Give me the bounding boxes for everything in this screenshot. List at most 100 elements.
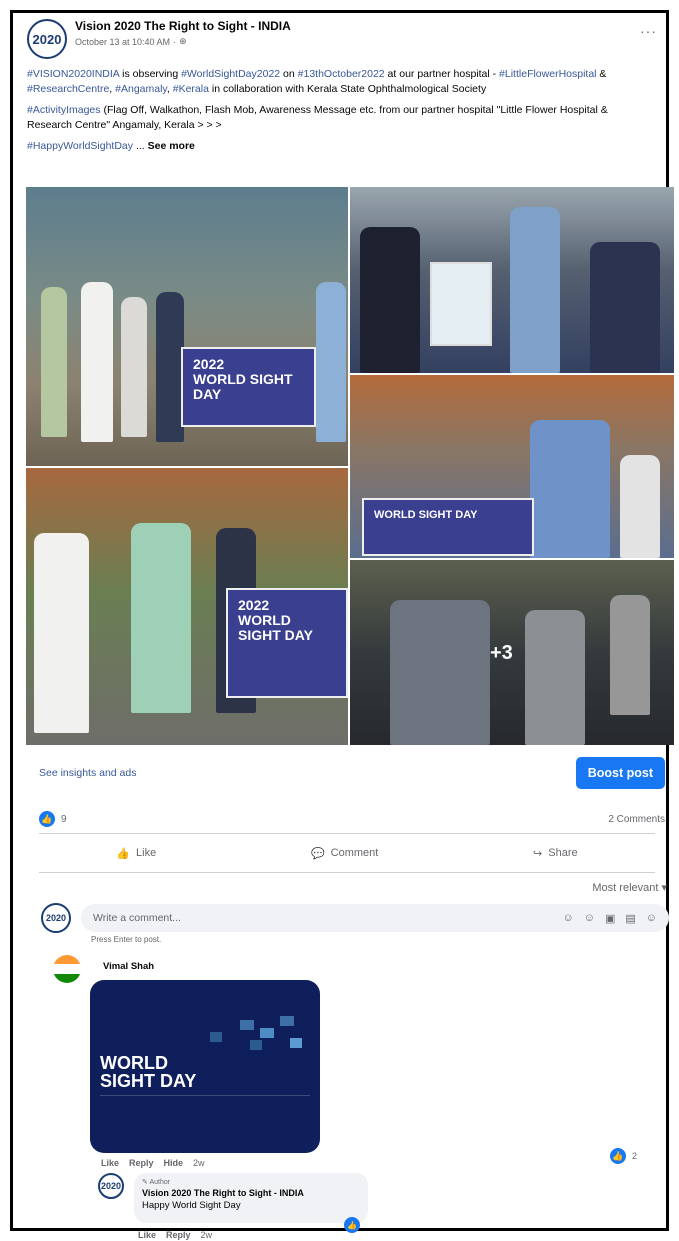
- person-figure: [590, 242, 660, 373]
- world-sight-day-banner: 2022 WORLD SIGHT DAY: [181, 347, 316, 427]
- commenter-name[interactable]: Vimal Shah: [103, 961, 154, 972]
- thumbs-up-icon: 👍: [116, 847, 131, 860]
- comment-image[interactable]: WORLD SIGHT DAY: [90, 980, 320, 1153]
- person-figure: [530, 420, 610, 558]
- pixel-square: [210, 1032, 222, 1042]
- dot-separator: ·: [173, 36, 177, 47]
- reply-reply-button[interactable]: Reply: [166, 1230, 191, 1240]
- person-figure: [156, 292, 184, 442]
- photo-flag-off[interactable]: 2022 WORLD SIGHT DAY: [26, 187, 348, 466]
- more-photos-count[interactable]: +3: [490, 642, 513, 665]
- hashtag[interactable]: #VISION2020INDIA: [27, 68, 119, 80]
- reaction-count: 2: [632, 1151, 638, 1161]
- flag-stripe: [53, 955, 81, 965]
- comment-actions: Like Reply Hide 2w: [101, 1158, 205, 1168]
- hashtag[interactable]: #LittleFlowerHospital: [499, 68, 596, 80]
- avatar-text: 2020: [45, 913, 67, 923]
- person-figure: [34, 533, 89, 733]
- post-paragraph-2: #ActivityImages (Flag Off, Walkathon, Fl…: [27, 103, 627, 133]
- author-badge: ✎ Author: [142, 1178, 360, 1186]
- globe-icon: ⊕: [179, 36, 187, 46]
- reaction-stats: 👍 9 2 Comments: [27, 811, 667, 827]
- reply-like-button[interactable]: Like: [138, 1230, 156, 1240]
- screenshot-frame: 2020 Vision 2020 The Right to Sight - IN…: [10, 10, 674, 1240]
- avatar-sticker-icon[interactable]: ☺: [562, 912, 573, 925]
- page-name[interactable]: Vision 2020 The Right to Sight - INDIA: [75, 19, 640, 33]
- boost-post-button[interactable]: Boost post: [575, 757, 665, 789]
- share-button[interactable]: ↪ Share: [533, 847, 578, 860]
- banner-year: 2022: [193, 356, 225, 372]
- hashtag[interactable]: #ResearchCentre: [27, 83, 109, 95]
- author-label: Author: [149, 1179, 171, 1186]
- comment-input[interactable]: Write a comment... ☺ ☺ ▣ ▤ ☺: [81, 904, 669, 932]
- post: 2020 Vision 2020 The Right to Sight - IN…: [27, 19, 667, 160]
- reply-author-name[interactable]: Vision 2020 The Right to Sight - INDIA: [142, 1188, 360, 1198]
- hashtag[interactable]: #HappyWorldSightDay: [27, 140, 133, 152]
- composer-avatar: 2020: [41, 903, 71, 933]
- emoji-icon[interactable]: ☺: [584, 912, 595, 925]
- sticker-icon[interactable]: ☺: [646, 912, 657, 925]
- gif-icon[interactable]: ▤: [625, 912, 635, 925]
- text-span: is observing: [119, 68, 182, 80]
- photo-students-posters[interactable]: [350, 187, 674, 373]
- hashtag[interactable]: #WorldSightDay2022: [181, 68, 280, 80]
- person-figure: [121, 297, 147, 437]
- reply-avatar[interactable]: 2020: [98, 1173, 124, 1199]
- comment-reply-button[interactable]: Reply: [129, 1158, 154, 1168]
- camera-icon[interactable]: ▣: [605, 912, 615, 925]
- pixel-square: [290, 1038, 302, 1048]
- person-figure: [81, 282, 113, 442]
- reply-bubble: ✎ Author Vision 2020 The Right to Sight …: [134, 1173, 368, 1223]
- post-header: 2020 Vision 2020 The Right to Sight - IN…: [27, 19, 667, 59]
- text-span: on: [280, 68, 298, 80]
- composer-icons: ☺ ☺ ▣ ▤ ☺: [562, 912, 657, 925]
- like-reaction-icon: 👍: [610, 1148, 626, 1164]
- comment-sort-dropdown[interactable]: Most relevant ▾: [27, 881, 667, 894]
- pixel-square: [250, 1040, 262, 1050]
- world-sight-day-banner: WORLD SIGHT DAY: [362, 498, 534, 556]
- post-timestamp[interactable]: October 13 at 10:40 AM: [75, 37, 170, 47]
- comment-reactions[interactable]: 👍 2: [610, 1148, 637, 1164]
- share-icon: ↪: [533, 847, 543, 860]
- person-figure: [620, 455, 660, 558]
- comment-placeholder: Write a comment...: [93, 912, 181, 924]
- commenter-avatar[interactable]: [53, 955, 81, 983]
- reply-time[interactable]: 2w: [201, 1230, 213, 1240]
- photo-walkathon-bus[interactable]: WORLD SIGHT DAY: [350, 375, 674, 558]
- person-figure: [41, 287, 67, 437]
- like-label: Like: [136, 847, 157, 859]
- hashtag[interactable]: #Angamaly: [115, 83, 167, 95]
- comment-button[interactable]: 💬 Comment: [311, 847, 378, 860]
- comment-like-button[interactable]: Like: [101, 1158, 119, 1168]
- comment-count[interactable]: 2 Comments: [608, 814, 665, 825]
- header-text: Vision 2020 The Right to Sight - INDIA O…: [75, 19, 640, 47]
- like-button[interactable]: 👍 Like: [116, 847, 156, 860]
- person-figure: [316, 282, 346, 442]
- hashtag[interactable]: #Kerala: [173, 83, 209, 95]
- hashtag[interactable]: #ActivityImages: [27, 104, 101, 116]
- comment-hide-button[interactable]: Hide: [164, 1158, 184, 1168]
- hashtag[interactable]: #13thOctober2022: [298, 68, 385, 80]
- like-count-text: 9: [61, 813, 67, 825]
- text-span: at our partner hospital -: [384, 68, 500, 80]
- photo-speech[interactable]: 2022 WORLD SIGHT DAY: [26, 468, 348, 745]
- see-insights-link[interactable]: See insights and ads: [39, 767, 136, 779]
- ad-title-line: SIGHT DAY: [100, 1071, 197, 1091]
- comment-time[interactable]: 2w: [193, 1158, 205, 1168]
- photo-walkathon-street[interactable]: +3: [350, 560, 674, 745]
- like-count[interactable]: 👍 9: [39, 811, 67, 827]
- see-more-link[interactable]: See more: [148, 140, 195, 152]
- text-span: &: [596, 68, 607, 80]
- share-label: Share: [548, 847, 578, 859]
- banner-text: WORLD SIGHT DAY: [374, 509, 478, 521]
- banner-year: 2022: [238, 597, 270, 613]
- like-reaction-icon[interactable]: 👍: [344, 1217, 360, 1233]
- pixel-square: [240, 1020, 254, 1030]
- page-avatar[interactable]: 2020: [27, 19, 67, 59]
- more-icon[interactable]: ···: [640, 23, 657, 39]
- ad-title: WORLD SIGHT DAY: [100, 1054, 196, 1090]
- text-span: (Flag Off, Walkathon, Flash Mob, Awarene…: [27, 104, 608, 131]
- like-reaction-icon: 👍: [39, 811, 55, 827]
- ad-body: [100, 1095, 310, 1125]
- person-figure: [360, 227, 420, 373]
